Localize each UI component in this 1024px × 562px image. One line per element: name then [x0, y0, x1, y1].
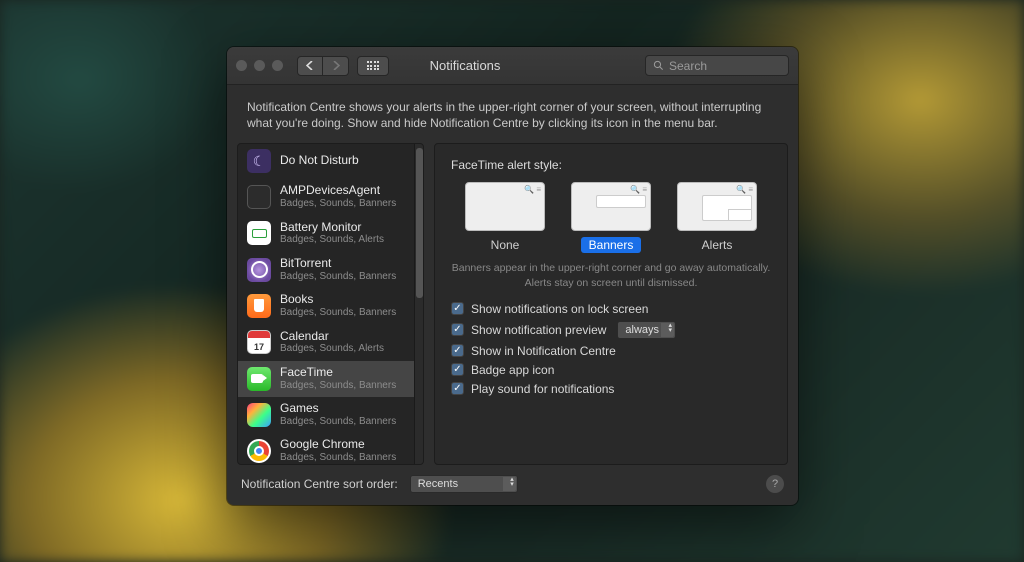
moon-icon	[247, 149, 271, 173]
app-sub: Badges, Sounds, Banners	[280, 452, 396, 464]
list-item-books[interactable]: Books Badges, Sounds, Banners	[238, 288, 414, 324]
style-banners[interactable]: 🔍 ≡ Banners	[571, 182, 651, 253]
app-sub: Badges, Sounds, Banners	[280, 307, 396, 319]
app-name: Games	[280, 402, 396, 416]
style-banners-preview: 🔍 ≡	[571, 182, 651, 231]
close-button[interactable]	[236, 60, 247, 71]
list-item-battery-monitor[interactable]: Battery Monitor Badges, Sounds, Alerts	[238, 216, 414, 252]
list-item-ampdevicesagent[interactable]: AMPDevicesAgent Badges, Sounds, Banners	[238, 179, 414, 215]
style-alerts[interactable]: 🔍 ≡ Alerts	[677, 182, 757, 253]
checkbox-icon[interactable]	[451, 323, 464, 336]
app-name: FaceTime	[280, 366, 396, 380]
battery-icon	[247, 221, 271, 245]
window-title: Notifications	[293, 58, 637, 73]
app-name: Google Chrome	[280, 438, 396, 452]
books-icon	[247, 294, 271, 318]
scrollbar[interactable]	[414, 144, 423, 464]
pane-description: Notification Centre shows your alerts in…	[227, 85, 798, 143]
app-name: Battery Monitor	[280, 221, 384, 235]
bittorrent-icon	[247, 258, 271, 282]
checkbox-icon[interactable]	[451, 344, 464, 357]
question-icon: ?	[772, 478, 778, 490]
app-name: BitTorrent	[280, 257, 396, 271]
style-alerts-preview: 🔍 ≡	[677, 182, 757, 231]
calendar-icon	[247, 330, 271, 354]
titlebar: Notifications Search	[227, 47, 798, 85]
check-label: Play sound for notifications	[471, 382, 614, 396]
check-lock-screen[interactable]: Show notifications on lock screen	[451, 302, 771, 316]
check-preview[interactable]: Show notification preview always ▴▾	[451, 321, 771, 339]
body: Do Not Disturb AMPDevicesAgent Badges, S…	[227, 143, 798, 465]
check-label: Show in Notification Centre	[471, 344, 616, 358]
check-badge[interactable]: Badge app icon	[451, 363, 771, 377]
style-none-label: None	[483, 237, 528, 253]
help-button[interactable]: ?	[766, 475, 784, 493]
app-name: Books	[280, 293, 396, 307]
app-name: AMPDevicesAgent	[280, 184, 396, 198]
window-controls	[236, 60, 283, 71]
sort-label: Notification Centre sort order:	[241, 477, 398, 491]
check-label: Badge app icon	[471, 363, 554, 377]
app-name: Calendar	[280, 330, 384, 344]
search-placeholder: Search	[669, 59, 707, 73]
preview-select[interactable]: always ▴▾	[617, 321, 676, 339]
chevron-updown-icon: ▴▾	[510, 478, 514, 488]
detail-panel: FaceTime alert style: 🔍 ≡ None 🔍 ≡ Banne…	[434, 143, 788, 465]
style-banners-label: Banners	[581, 237, 642, 253]
app-name: Do Not Disturb	[280, 154, 359, 168]
style-none[interactable]: 🔍 ≡ None	[465, 182, 545, 253]
check-sound[interactable]: Play sound for notifications	[451, 382, 771, 396]
style-note: Banners appear in the upper-right corner…	[451, 261, 771, 289]
chevron-updown-icon: ▴▾	[669, 324, 673, 334]
scroll-thumb[interactable]	[416, 148, 423, 298]
alert-style-row: 🔍 ≡ None 🔍 ≡ Banners 🔍 ≡ Alerts	[451, 182, 771, 253]
style-alerts-label: Alerts	[694, 237, 741, 253]
list-item-games[interactable]: Games Badges, Sounds, Banners	[238, 397, 414, 433]
games-icon	[247, 403, 271, 427]
sort-order-select[interactable]: Recents ▴▾	[410, 475, 518, 493]
check-label: Show notifications on lock screen	[471, 302, 648, 316]
list-item-calendar[interactable]: Calendar Badges, Sounds, Alerts	[238, 325, 414, 361]
chrome-icon	[247, 439, 271, 463]
app-sub: Badges, Sounds, Alerts	[280, 343, 384, 355]
list-item-facetime[interactable]: FaceTime Badges, Sounds, Banners	[238, 361, 414, 397]
list-item-bittorrent[interactable]: BitTorrent Badges, Sounds, Banners	[238, 252, 414, 288]
check-centre[interactable]: Show in Notification Centre	[451, 344, 771, 358]
generic-app-icon	[247, 185, 271, 209]
app-sub: Badges, Sounds, Alerts	[280, 234, 384, 246]
list-item-do-not-disturb[interactable]: Do Not Disturb	[238, 144, 414, 179]
minimize-button[interactable]	[254, 60, 265, 71]
checkbox-icon[interactable]	[451, 302, 464, 315]
preferences-window: Notifications Search Notification Centre…	[227, 47, 798, 505]
checkbox-icon[interactable]	[451, 363, 464, 376]
alert-style-label: FaceTime alert style:	[451, 158, 771, 172]
check-label: Show notification preview	[471, 323, 606, 337]
app-list-panel: Do Not Disturb AMPDevicesAgent Badges, S…	[237, 143, 424, 465]
app-sub: Badges, Sounds, Banners	[280, 416, 396, 428]
app-list[interactable]: Do Not Disturb AMPDevicesAgent Badges, S…	[238, 144, 414, 464]
app-sub: Badges, Sounds, Banners	[280, 380, 396, 392]
style-none-preview: 🔍 ≡	[465, 182, 545, 231]
footer: Notification Centre sort order: Recents …	[227, 465, 798, 505]
list-item-google-chrome[interactable]: Google Chrome Badges, Sounds, Banners	[238, 433, 414, 464]
app-sub: Badges, Sounds, Banners	[280, 271, 396, 283]
facetime-icon	[247, 367, 271, 391]
app-sub: Badges, Sounds, Banners	[280, 198, 396, 210]
search-input[interactable]: Search	[645, 55, 789, 76]
zoom-button[interactable]	[272, 60, 283, 71]
checkbox-icon[interactable]	[451, 382, 464, 395]
search-icon	[653, 60, 664, 71]
